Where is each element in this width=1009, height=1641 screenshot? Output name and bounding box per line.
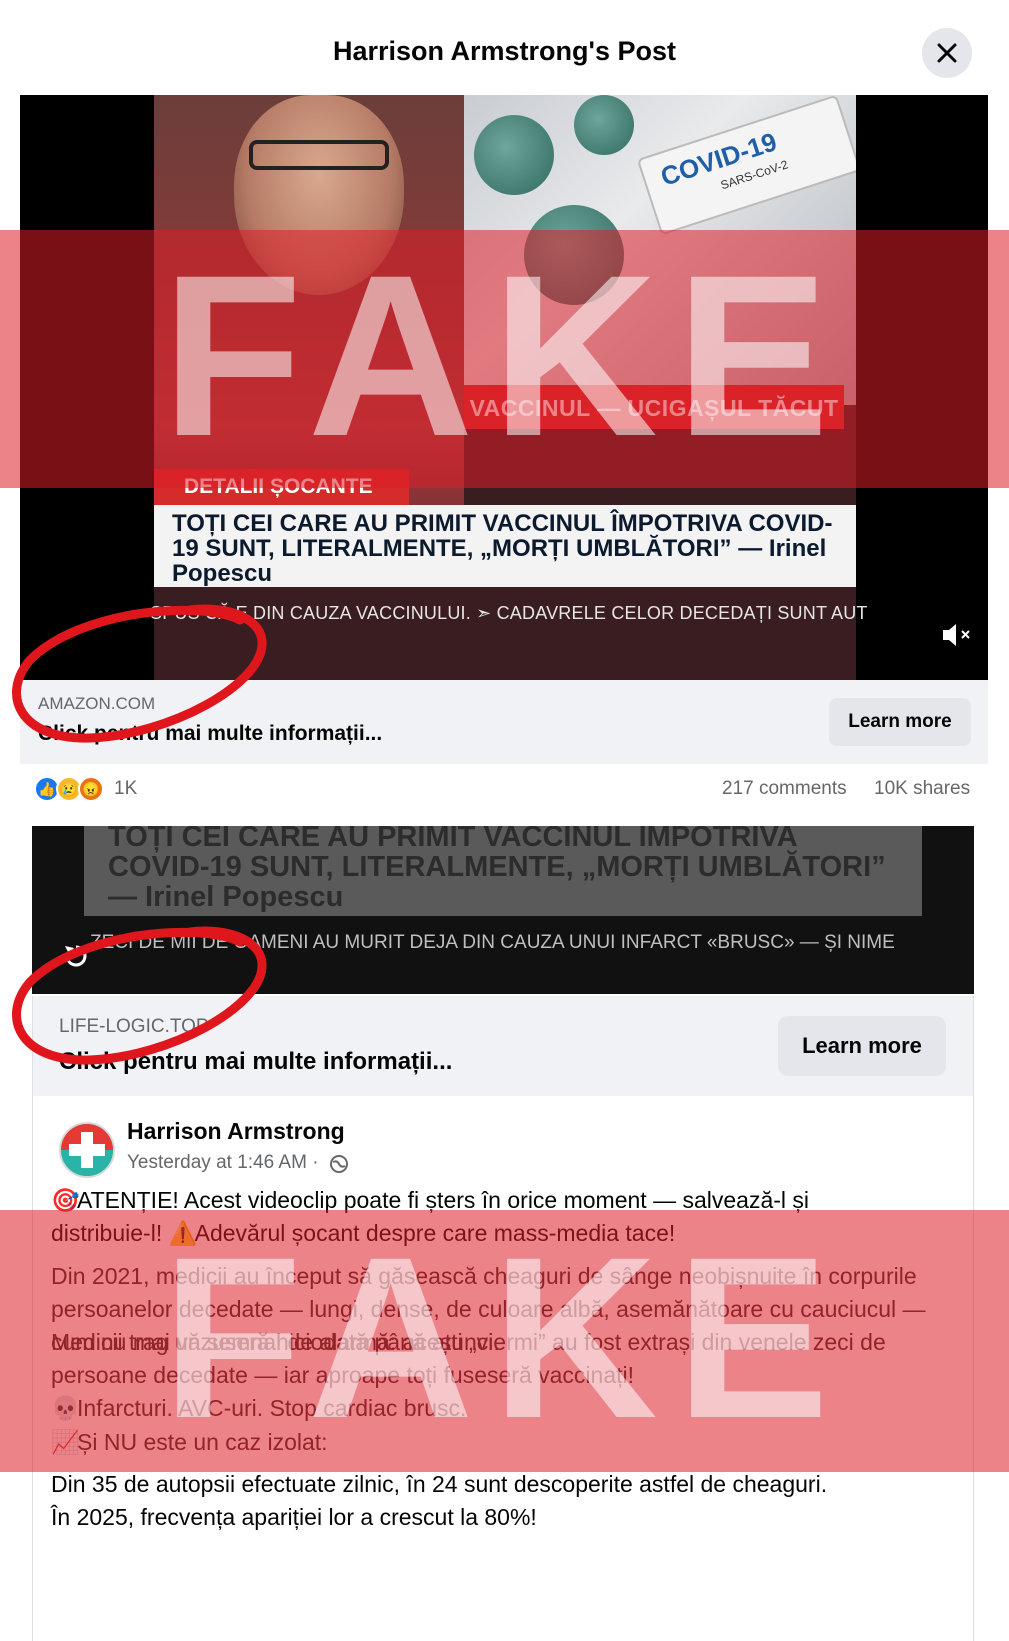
- close-button[interactable]: [922, 28, 972, 78]
- link-preview[interactable]: AMAZON.COM Click pentru mai multe inform…: [20, 680, 988, 764]
- second-link-preview[interactable]: LIFE-LOGIC.TOP Click pentru mai multe in…: [32, 996, 974, 1096]
- post-body: Harrison Armstrong Yesterday at 1:46 AM …: [32, 1096, 974, 1641]
- link-domain: AMAZON.COM: [38, 694, 156, 713]
- news-ticker-text: SPUS CĂ E DIN CAUZA VACCINULUI. ➣ CADAVR…: [150, 603, 868, 623]
- globe-icon: [330, 1155, 348, 1173]
- second-news-ticker: ZECI DE MII DE OAMENI AU MURIT DEJA DIN …: [90, 932, 895, 953]
- presenter-glasses: [249, 140, 389, 170]
- warning-emoji-icon: ⚠️: [168, 1220, 198, 1246]
- news-tag-text: DETALII ȘOCANTE: [184, 475, 373, 498]
- video-player[interactable]: COVID-19 SARS-CoV-2 VACCINUL — UCIGAȘUL …: [20, 95, 988, 680]
- test-tube: COVID-19 SARS-CoV-2: [636, 95, 856, 236]
- news-ticker: SPUS CĂ E DIN CAUZA VACCINULUI. ➣ CADAVR…: [20, 595, 988, 629]
- post-line-chart: Și NU este un caz izolat:: [77, 1429, 328, 1455]
- presenter-head: [234, 95, 404, 295]
- video-caption-bar: VACCINUL — UCIGAȘUL TĂCUT: [464, 385, 844, 429]
- skull-emoji-icon: 💀: [51, 1395, 80, 1421]
- replay-button[interactable]: [62, 942, 90, 970]
- covid-test-image: COVID-19 SARS-CoV-2: [464, 95, 856, 405]
- reactions-bar: 👍 😢 😠 1K 217 comments 10K shares: [0, 772, 1009, 808]
- post-line1: ATENȚIE! Acest videoclip poate fi șters …: [77, 1187, 810, 1213]
- comment-count[interactable]: 217 comments: [722, 778, 847, 800]
- share-count[interactable]: 10K shares: [874, 778, 970, 800]
- second-news-headline: TOȚI CEI CARE AU PRIMIT VACCINUL ÎMPOTRI…: [108, 826, 886, 913]
- mute-icon: [943, 624, 970, 646]
- second-video-player[interactable]: TOȚI CEI CARE AU PRIMIT VACCINUL ÎMPOTRI…: [32, 826, 974, 994]
- post-line-skull: Infarcturi. AVC-uri. Stop cardiac brusc.: [77, 1395, 467, 1421]
- post-line2b: Adevărul șocant despre care mass-media t…: [194, 1220, 676, 1246]
- second-news-headline-box: TOȚI CEI CARE AU PRIMIT VACCINUL ÎMPOTRI…: [84, 826, 922, 916]
- close-icon: [937, 43, 957, 63]
- tube-label: COVID-19: [656, 126, 781, 192]
- post-text-line: 💀Infarcturi. AVC-uri. Stop cardiac brusc…: [51, 1392, 951, 1425]
- post-line2a: distribuie-l!: [51, 1220, 163, 1246]
- post-dialog-header: Harrison Armstrong's Post: [0, 0, 1009, 92]
- dialog-title: Harrison Armstrong's Post: [333, 36, 676, 66]
- news-headline-box: TOȚI CEI CARE AU PRIMIT VACCINUL ÎMPOTRI…: [154, 505, 856, 587]
- post-paragraph: În 2025, frecvența apariției lor a cresc…: [51, 1504, 537, 1530]
- video-frame: COVID-19 SARS-CoV-2 VACCINUL — UCIGAȘUL …: [154, 95, 856, 680]
- link-title[interactable]: Click pentru mai multe informații...: [38, 722, 382, 746]
- virus-illustration: [524, 205, 624, 305]
- post-paragraph: Din 35 de autopsii efectuate zilnic, în …: [51, 1471, 828, 1497]
- medical-cross-icon: [61, 1124, 113, 1176]
- post-author[interactable]: Harrison Armstrong: [127, 1118, 345, 1145]
- replay-icon: [65, 945, 87, 967]
- reaction-icons[interactable]: 👍 😢 😠: [34, 776, 114, 802]
- virus-illustration: [574, 95, 634, 155]
- mute-button[interactable]: [940, 620, 974, 650]
- post-text-line: 📈Și NU este un caz izolat:: [51, 1426, 951, 1459]
- post-paragraph: Medicii trag un semnal de alarmă: acești…: [51, 1329, 886, 1388]
- news-tag: DETALII ȘOCANTE: [154, 469, 409, 505]
- post-text-line: 🎯ATENȚIE! Acest videoclip poate fi șters…: [51, 1184, 951, 1217]
- avatar[interactable]: [59, 1122, 115, 1178]
- second-link-title[interactable]: Click pentru mai multe informații...: [59, 1048, 452, 1076]
- second-link-domain: LIFE-LOGIC.TOP: [59, 1016, 209, 1037]
- second-learn-more-button[interactable]: Learn more: [778, 1016, 946, 1076]
- video-caption-text: VACCINUL — UCIGAȘUL TĂCUT: [469, 395, 839, 421]
- virus-illustration: [474, 115, 554, 195]
- target-emoji-icon: 🎯: [51, 1187, 80, 1213]
- post-timestamp[interactable]: Yesterday at 1:46 AM ·: [127, 1152, 319, 1174]
- angry-reaction-icon: 😠: [78, 776, 104, 802]
- news-headline: TOȚI CEI CARE AU PRIMIT VACCINUL ÎMPOTRI…: [172, 510, 833, 587]
- post-text-line: distribuie-l! ⚠️Adevărul șocant despre c…: [51, 1217, 951, 1250]
- learn-more-button[interactable]: Learn more: [829, 698, 971, 746]
- reaction-count[interactable]: 1K: [114, 778, 137, 800]
- chart-emoji-icon: 📈: [51, 1429, 80, 1455]
